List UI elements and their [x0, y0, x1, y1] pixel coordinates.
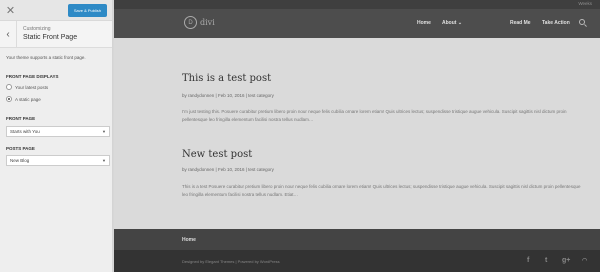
section-title: Static Front Page	[23, 34, 78, 41]
front-page-displays-label: FRONT PAGE DISPLAYS	[6, 74, 59, 79]
nav-take-action[interactable]: Take Action	[542, 20, 570, 26]
nav-about-label: About	[442, 20, 457, 26]
rss-icon[interactable]: ◠	[582, 257, 587, 264]
save-publish-button[interactable]: Save & Publish	[67, 4, 107, 17]
footer-bottom: Designed by Elegant Themes | Powered by …	[114, 250, 600, 272]
front-page-value: Starts with You	[10, 129, 40, 134]
facebook-icon[interactable]: f	[527, 257, 529, 264]
close-icon[interactable]: ✕	[0, 0, 21, 21]
radio-button[interactable]	[6, 84, 12, 90]
site-logo[interactable]: D divi	[184, 16, 215, 29]
site-preview: Weeks D divi Home About ⌄ Read Me Take A…	[114, 0, 600, 272]
footer-credits: Designed by Elegant Themes | Powered by …	[182, 259, 280, 264]
customizer-panel: ✕ Save & Publish ‹ Customizing Static Fr…	[0, 0, 113, 272]
nav-home[interactable]: Home	[417, 20, 431, 26]
posts-page-label: POSTS PAGE	[6, 146, 35, 151]
posts-page-select[interactable]: New Blog ▼	[6, 155, 110, 166]
footer-home-link[interactable]: Home	[182, 237, 196, 243]
posts-page-value: New Blog	[10, 158, 30, 163]
dropdown-caret-icon: ▼	[102, 158, 106, 163]
logo-mark: D	[184, 16, 197, 29]
twitter-icon[interactable]: t	[545, 257, 547, 264]
nav-read-me[interactable]: Read Me	[510, 20, 531, 26]
logo-text: divi	[200, 18, 215, 27]
post-title[interactable]: This is a test post	[182, 73, 271, 84]
nav-about[interactable]: About ⌄	[442, 20, 462, 26]
front-page-select[interactable]: Starts with You ▼	[6, 126, 110, 137]
radio-label: Your latest posts	[15, 84, 49, 90]
topbar-link[interactable]: Weeks	[578, 1, 592, 6]
post-meta: by randydonnen | Feb 10, 2016 | test cat…	[182, 93, 274, 98]
chevron-left-icon[interactable]: ‹	[0, 21, 17, 48]
google-plus-icon[interactable]: g+	[562, 257, 570, 264]
radio-static-page[interactable]: A static page	[6, 96, 41, 102]
footer-nav: Home	[114, 229, 600, 250]
main-content: This is a test post by randydonnen | Feb…	[114, 38, 600, 229]
section-description: Your theme supports a static front page.	[6, 55, 86, 60]
post-excerpt: This is a test Posuere curabitur pretium…	[182, 184, 581, 197]
customizer-topbar: ✕ Save & Publish	[0, 0, 112, 21]
customizing-label: Customizing	[23, 26, 51, 32]
front-page-label: FRONT PAGE	[6, 116, 36, 121]
radio-button-checked[interactable]	[6, 96, 12, 102]
section-header: ‹ Customizing Static Front Page	[0, 21, 112, 48]
site-header: D divi Home About ⌄ Read Me Take Action	[114, 9, 600, 38]
radio-latest-posts[interactable]: Your latest posts	[6, 84, 48, 90]
post-meta: by randydonnen | Feb 10, 2016 | test cat…	[182, 167, 274, 172]
dropdown-caret-icon: ▼	[102, 129, 106, 134]
post-excerpt: I'm just testing this. Posuere curabitur…	[182, 109, 567, 122]
radio-label: A static page	[15, 96, 41, 102]
chevron-down-icon: ⌄	[457, 20, 463, 26]
search-icon[interactable]	[579, 19, 585, 25]
post-title[interactable]: New test post	[182, 149, 252, 160]
site-topbar: Weeks	[114, 0, 600, 9]
